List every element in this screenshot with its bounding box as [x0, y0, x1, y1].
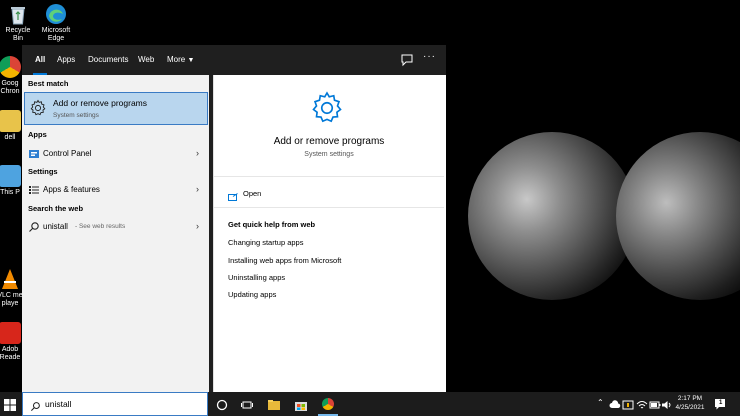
apps-features-label: Apps & features [43, 185, 100, 194]
result-control-panel[interactable]: Control Panel › [22, 144, 209, 164]
help-link[interactable]: Installing web apps from Microsoft [228, 256, 341, 265]
taskbar-search-box[interactable]: unistall [22, 392, 208, 416]
help-link[interactable]: Changing startup apps [228, 238, 303, 247]
web-query: unistall [43, 222, 68, 231]
chrome-icon [0, 56, 21, 78]
desktop-icon-this-pc[interactable]: This P [0, 165, 24, 197]
store-icon[interactable] [295, 398, 307, 411]
desktop-icon-vlc[interactable]: VLC me playe [0, 268, 24, 308]
desktop-icon-label: Adob Reade [0, 346, 21, 361]
preview-subtitle: System settings [304, 151, 354, 158]
recycle-bin-icon [7, 3, 29, 25]
desktop-icon-edge[interactable]: Microsoft Edge [38, 3, 74, 43]
chevron-right-icon[interactable]: › [196, 221, 199, 231]
tab-web[interactable]: Web [138, 45, 154, 75]
divider [214, 176, 444, 177]
clock-time: 2:17 PM [677, 395, 703, 402]
wallpaper-moon-right [616, 132, 740, 300]
chevron-right-icon[interactable]: › [196, 148, 199, 158]
preview-pane: Add or remove programs System settings O… [213, 75, 446, 392]
more-options-icon[interactable]: ··· [423, 51, 436, 62]
search-panel: All Apps Documents Web More ▼ ··· Best m… [22, 45, 446, 392]
search-icon [28, 221, 40, 233]
control-panel-icon [28, 148, 40, 160]
chevron-right-icon[interactable]: › [196, 184, 199, 194]
gear-icon [29, 99, 47, 117]
volume-icon[interactable] [661, 398, 673, 410]
best-match-heading: Best match [28, 79, 69, 88]
best-match-title: Add or remove programs [53, 98, 148, 108]
preview-title: Add or remove programs [273, 136, 385, 147]
taskbar-search-input[interactable]: unistall [45, 399, 71, 409]
network-icon[interactable] [636, 398, 648, 410]
notification-count: 1 [719, 400, 723, 406]
desktop-icon-adobe[interactable]: Adob Reade [0, 322, 24, 362]
tab-documents[interactable]: Documents [88, 45, 128, 75]
desktop-icon-label: dell [4, 134, 16, 141]
chrome-taskbar-icon[interactable] [322, 398, 334, 410]
gear-icon [309, 90, 345, 126]
desktop: Recycle Bin Microsoft Edge Goog Chron de… [0, 0, 740, 416]
result-apps-features[interactable]: Apps & features › [22, 180, 209, 200]
windows-start-icon[interactable] [4, 398, 16, 411]
result-web-search[interactable]: unistall - See web results › [22, 217, 209, 237]
open-icon [228, 188, 238, 206]
cloud-icon[interactable] [609, 398, 621, 410]
security-alert-icon[interactable] [622, 398, 634, 410]
taskbar: unistall ⌃ 2:17 PM 4/25/2021 1 [0, 392, 740, 416]
desktop-icon-label: Recycle Bin [5, 27, 31, 42]
adobe-reader-icon [0, 322, 21, 344]
cortana-icon[interactable] [216, 398, 228, 411]
feedback-icon[interactable] [400, 53, 414, 67]
settings-heading: Settings [28, 167, 58, 176]
open-label: Open [243, 189, 262, 198]
help-link[interactable]: Uninstalling apps [228, 273, 285, 282]
web-hint: - See web results [75, 223, 126, 230]
best-match-item[interactable]: Add or remove programs System settings [24, 92, 208, 125]
results-list: Best match Add or remove programs System… [22, 75, 209, 392]
tab-apps[interactable]: Apps [57, 45, 75, 75]
best-match-subtitle: System settings [53, 112, 99, 119]
clock-date: 4/25/2021 [675, 404, 705, 411]
desktop-icon-label: This P [0, 189, 20, 196]
desktop-icon-dell[interactable]: dell [0, 110, 24, 142]
notifications-icon[interactable]: 1 [714, 397, 726, 410]
desktop-icon-label: Microsoft Edge [41, 27, 71, 42]
divider [214, 207, 444, 208]
chevron-down-icon: ▼ [187, 57, 195, 64]
tray-overflow-icon[interactable]: ⌃ [597, 398, 604, 407]
desktop-icon-recycle-bin[interactable]: Recycle Bin [0, 3, 36, 43]
folder-icon [0, 110, 21, 132]
tab-more-label: More [167, 55, 186, 64]
tab-all[interactable]: All [32, 45, 48, 75]
search-icon [30, 399, 41, 416]
desktop-icon-label: VLC me playe [0, 292, 23, 307]
apps-heading: Apps [28, 130, 47, 139]
file-explorer-icon[interactable] [268, 398, 280, 410]
computer-icon [0, 165, 21, 187]
tab-more[interactable]: More ▼ [167, 45, 194, 75]
search-tabs: All Apps Documents Web More ▼ ··· [22, 45, 446, 75]
battery-icon[interactable] [649, 398, 661, 410]
task-view-icon[interactable] [241, 398, 253, 410]
help-link[interactable]: Updating apps [228, 290, 276, 299]
desktop-icon-label: Goog Chron [0, 80, 20, 95]
search-web-heading: Search the web [28, 204, 84, 213]
clock[interactable]: 2:17 PM 4/25/2021 [673, 394, 707, 412]
apps-list-icon [28, 184, 40, 196]
vlc-icon [0, 268, 21, 290]
desktop-icon-chrome[interactable]: Goog Chron [0, 56, 24, 96]
wallpaper-moon-left [468, 132, 636, 300]
control-panel-label: Control Panel [43, 149, 92, 158]
edge-icon [45, 3, 67, 25]
quick-help-heading: Get quick help from web [228, 220, 316, 229]
